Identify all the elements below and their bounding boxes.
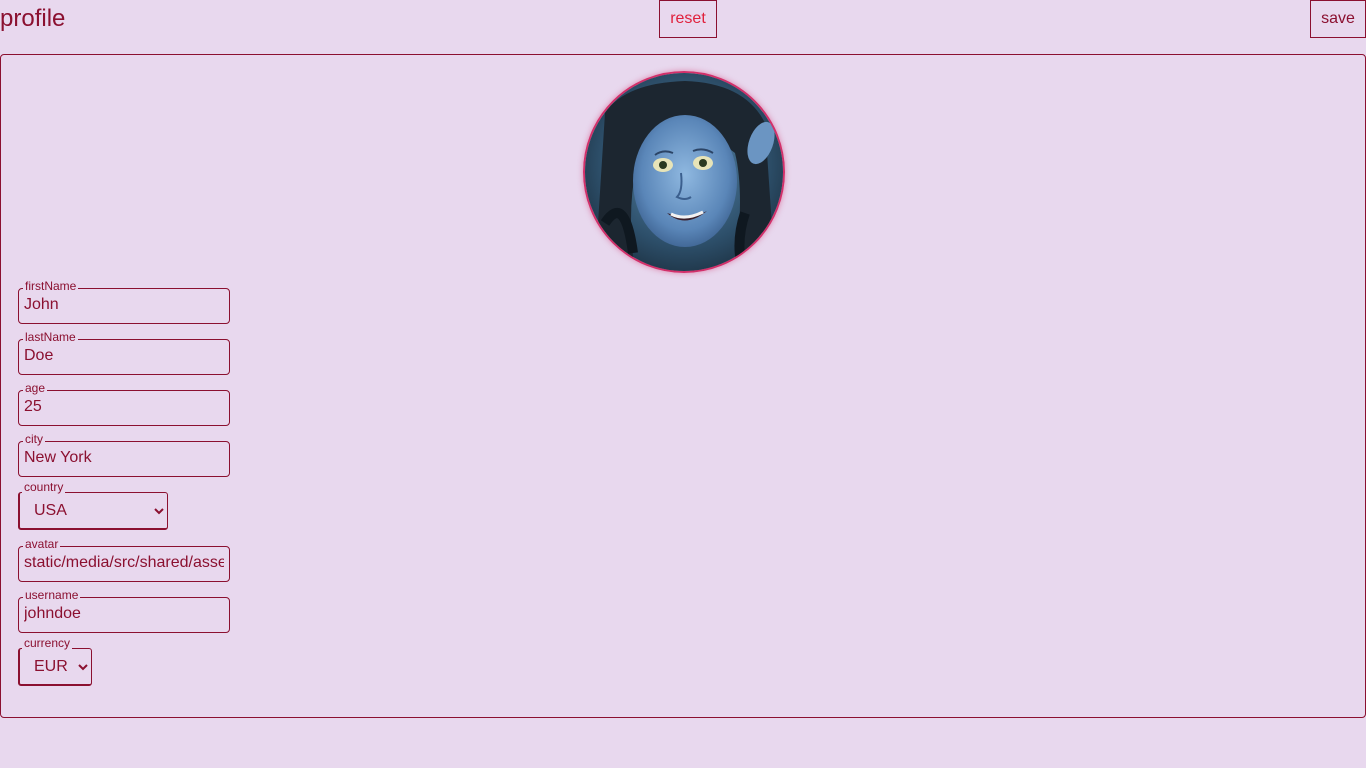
- profile-card: firstName lastName age city country USA …: [0, 54, 1366, 718]
- country-label: country: [22, 480, 66, 494]
- page-title: profile: [0, 5, 66, 32]
- username-input[interactable]: [24, 605, 224, 623]
- avatar-portrait-icon: [585, 73, 783, 271]
- avatar-input[interactable]: [24, 554, 224, 572]
- age-field: age: [18, 381, 230, 426]
- city-label: city: [23, 432, 45, 446]
- first-name-field: firstName: [18, 279, 230, 324]
- save-button[interactable]: save: [1310, 0, 1366, 38]
- currency-label: currency: [22, 636, 73, 650]
- currency-select[interactable]: EUR: [18, 648, 92, 686]
- reset-button[interactable]: reset: [659, 0, 717, 38]
- username-label: username: [23, 588, 81, 602]
- age-input[interactable]: [24, 398, 224, 416]
- first-name-label: firstName: [23, 279, 79, 293]
- username-field: username: [18, 588, 230, 633]
- avatar-label: avatar: [23, 537, 61, 551]
- header: profile reset save: [0, 0, 1366, 40]
- city-field: city: [18, 432, 230, 477]
- last-name-label: lastName: [23, 330, 78, 344]
- last-name-field: lastName: [18, 330, 230, 375]
- last-name-input[interactable]: [24, 347, 224, 365]
- age-label: age: [23, 381, 48, 395]
- avatar-image: [583, 71, 785, 273]
- avatar-field: avatar: [18, 537, 230, 582]
- first-name-input[interactable]: [24, 296, 224, 314]
- country-select[interactable]: USA: [18, 492, 168, 530]
- city-input[interactable]: [24, 449, 224, 467]
